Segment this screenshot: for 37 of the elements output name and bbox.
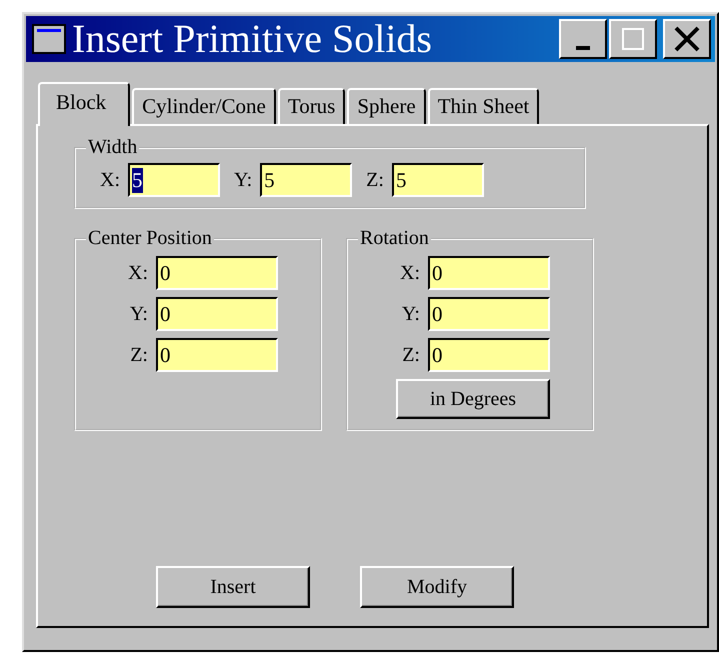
input-field[interactable]: 5 [392,163,484,197]
window-title: Insert Primitive Solids [72,16,432,62]
group-title: Width [87,136,138,159]
field-label: Y: [402,302,420,326]
minimize-button[interactable] [559,19,607,59]
degrees-button[interactable]: in Degrees [396,379,550,419]
minimize-icon [576,46,590,50]
field-label: Z: [366,168,384,192]
input-field[interactable]: 0 [428,297,550,331]
field-label: Y: [234,168,252,192]
close-icon [673,25,701,53]
action-button[interactable]: Modify [360,566,514,608]
input-field[interactable]: 5 [260,163,352,197]
maximize-icon [621,27,645,51]
tab[interactable]: Torus [278,88,346,124]
field-label: Z: [402,344,420,366]
tab[interactable]: Cylinder/Cone [132,88,276,124]
group-title: Rotation [359,227,430,250]
tab[interactable]: Block [38,82,130,126]
tab[interactable]: Thin Sheet [428,88,540,124]
field-label: Z: [130,344,148,366]
input-field[interactable]: 0 [428,256,550,290]
input-field[interactable]: 0 [156,338,278,372]
input-field[interactable]: 0 [156,256,278,290]
field-label: Y: [130,302,148,326]
action-button[interactable]: Insert [156,566,310,608]
field-label: X: [100,168,120,192]
input-field[interactable]: 0 [156,297,278,331]
window-icon[interactable] [32,24,66,54]
group-title: Center Position [87,227,213,250]
input-field[interactable]: 0 [428,338,550,372]
tab[interactable]: Sphere [347,88,426,124]
maximize-button[interactable] [609,19,657,59]
close-button[interactable] [663,19,711,59]
input-field[interactable]: 5 [128,163,220,197]
field-label: X: [400,262,420,284]
field-label: X: [128,262,148,284]
